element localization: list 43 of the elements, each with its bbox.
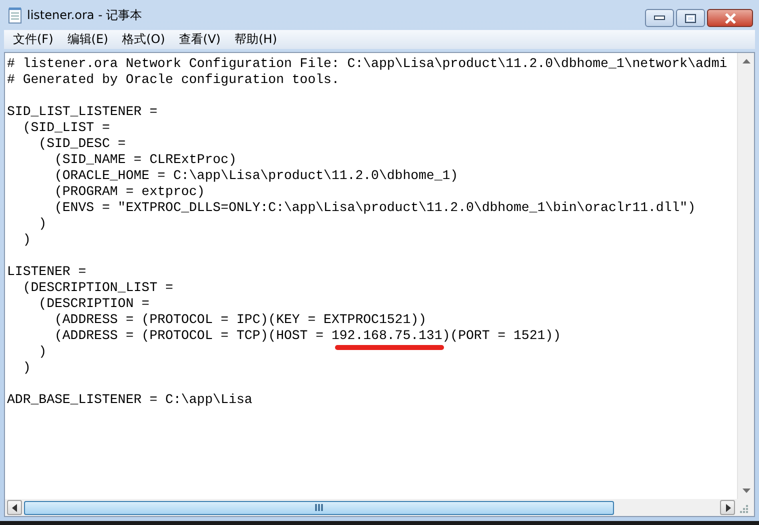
maximize-button[interactable] [676,9,705,27]
notepad-icon [8,6,22,24]
scroll-down-icon[interactable] [742,488,750,494]
code-line: (SID_DESC = [38,136,126,152]
window-title: listener.ora - 记事本 [27,6,142,24]
menu-item[interactable]: 帮助(H) [228,31,284,48]
code-line: (SID_LIST = [22,120,110,136]
vertical-scrollbar[interactable] [737,53,754,499]
code-line: ) [22,232,31,248]
code-line: (SID_NAME = CLRExtProc) [53,152,236,168]
code-line: ) [22,360,31,376]
code-line: # Generated by Oracle configuration tools. [7,72,340,88]
code-line: ADR_BASE_LISTENER = C:\app\Lisa [7,392,252,408]
code-line: (PROGRAM = extproc) [53,184,205,200]
close-icon [724,12,736,24]
code-line: (ENVS = "EXTPROC_DLLS=ONLY:C:\app\Lisa\product\11.2.0\dbhome_1\bin\oraclr11.dll") [53,200,696,216]
maximize-icon [685,14,696,22]
code-line: (DESCRIPTION = [38,296,150,312]
code-line: (ADDRESS = (PROTOCOL = TCP)(HOST = 192.168.75.131)(PORT = 1521)) [7,328,561,344]
menu-item[interactable]: 编辑(E) [60,31,116,48]
menu-item[interactable]: 文件(F) [6,31,60,48]
code-line: # listener.ora Network Configuration File: C:\app\Lisa\product\11.2.0\dbhome_1\network\admi [7,56,728,72]
scroll-up-icon[interactable] [742,58,750,64]
minimize-button[interactable] [645,9,674,27]
code-line: LISTENER = [7,264,86,280]
code-line: SID_LIST_LISTENER = [7,104,158,120]
code-line: (DESCRIPTION_LIST = [22,280,174,296]
menu-item[interactable]: 查看(V) [172,31,228,48]
code-line: ) [38,344,47,360]
scroll-left-button[interactable] [7,500,22,515]
code-line: ) [38,216,47,232]
scrollbar-thumb[interactable] [24,500,614,514]
code-line: (ORACLE_HOME = C:\app\Lisa\product\11.2.0\dbhome_1) [53,168,458,184]
minimize-icon [654,15,665,21]
resize-grip-icon[interactable] [737,502,749,514]
left-arrow-icon [10,504,18,512]
right-arrow-icon [724,504,732,512]
code-line: (ADDRESS = (PROTOCOL = IPC)(KEY = EXTPROC1521)) [53,312,426,328]
horizontal-scrollbar[interactable] [5,499,737,516]
grip-icon [314,504,324,511]
close-button[interactable] [707,9,753,27]
scroll-right-button[interactable] [720,500,735,515]
menu-item[interactable]: 格式(O) [115,31,172,48]
